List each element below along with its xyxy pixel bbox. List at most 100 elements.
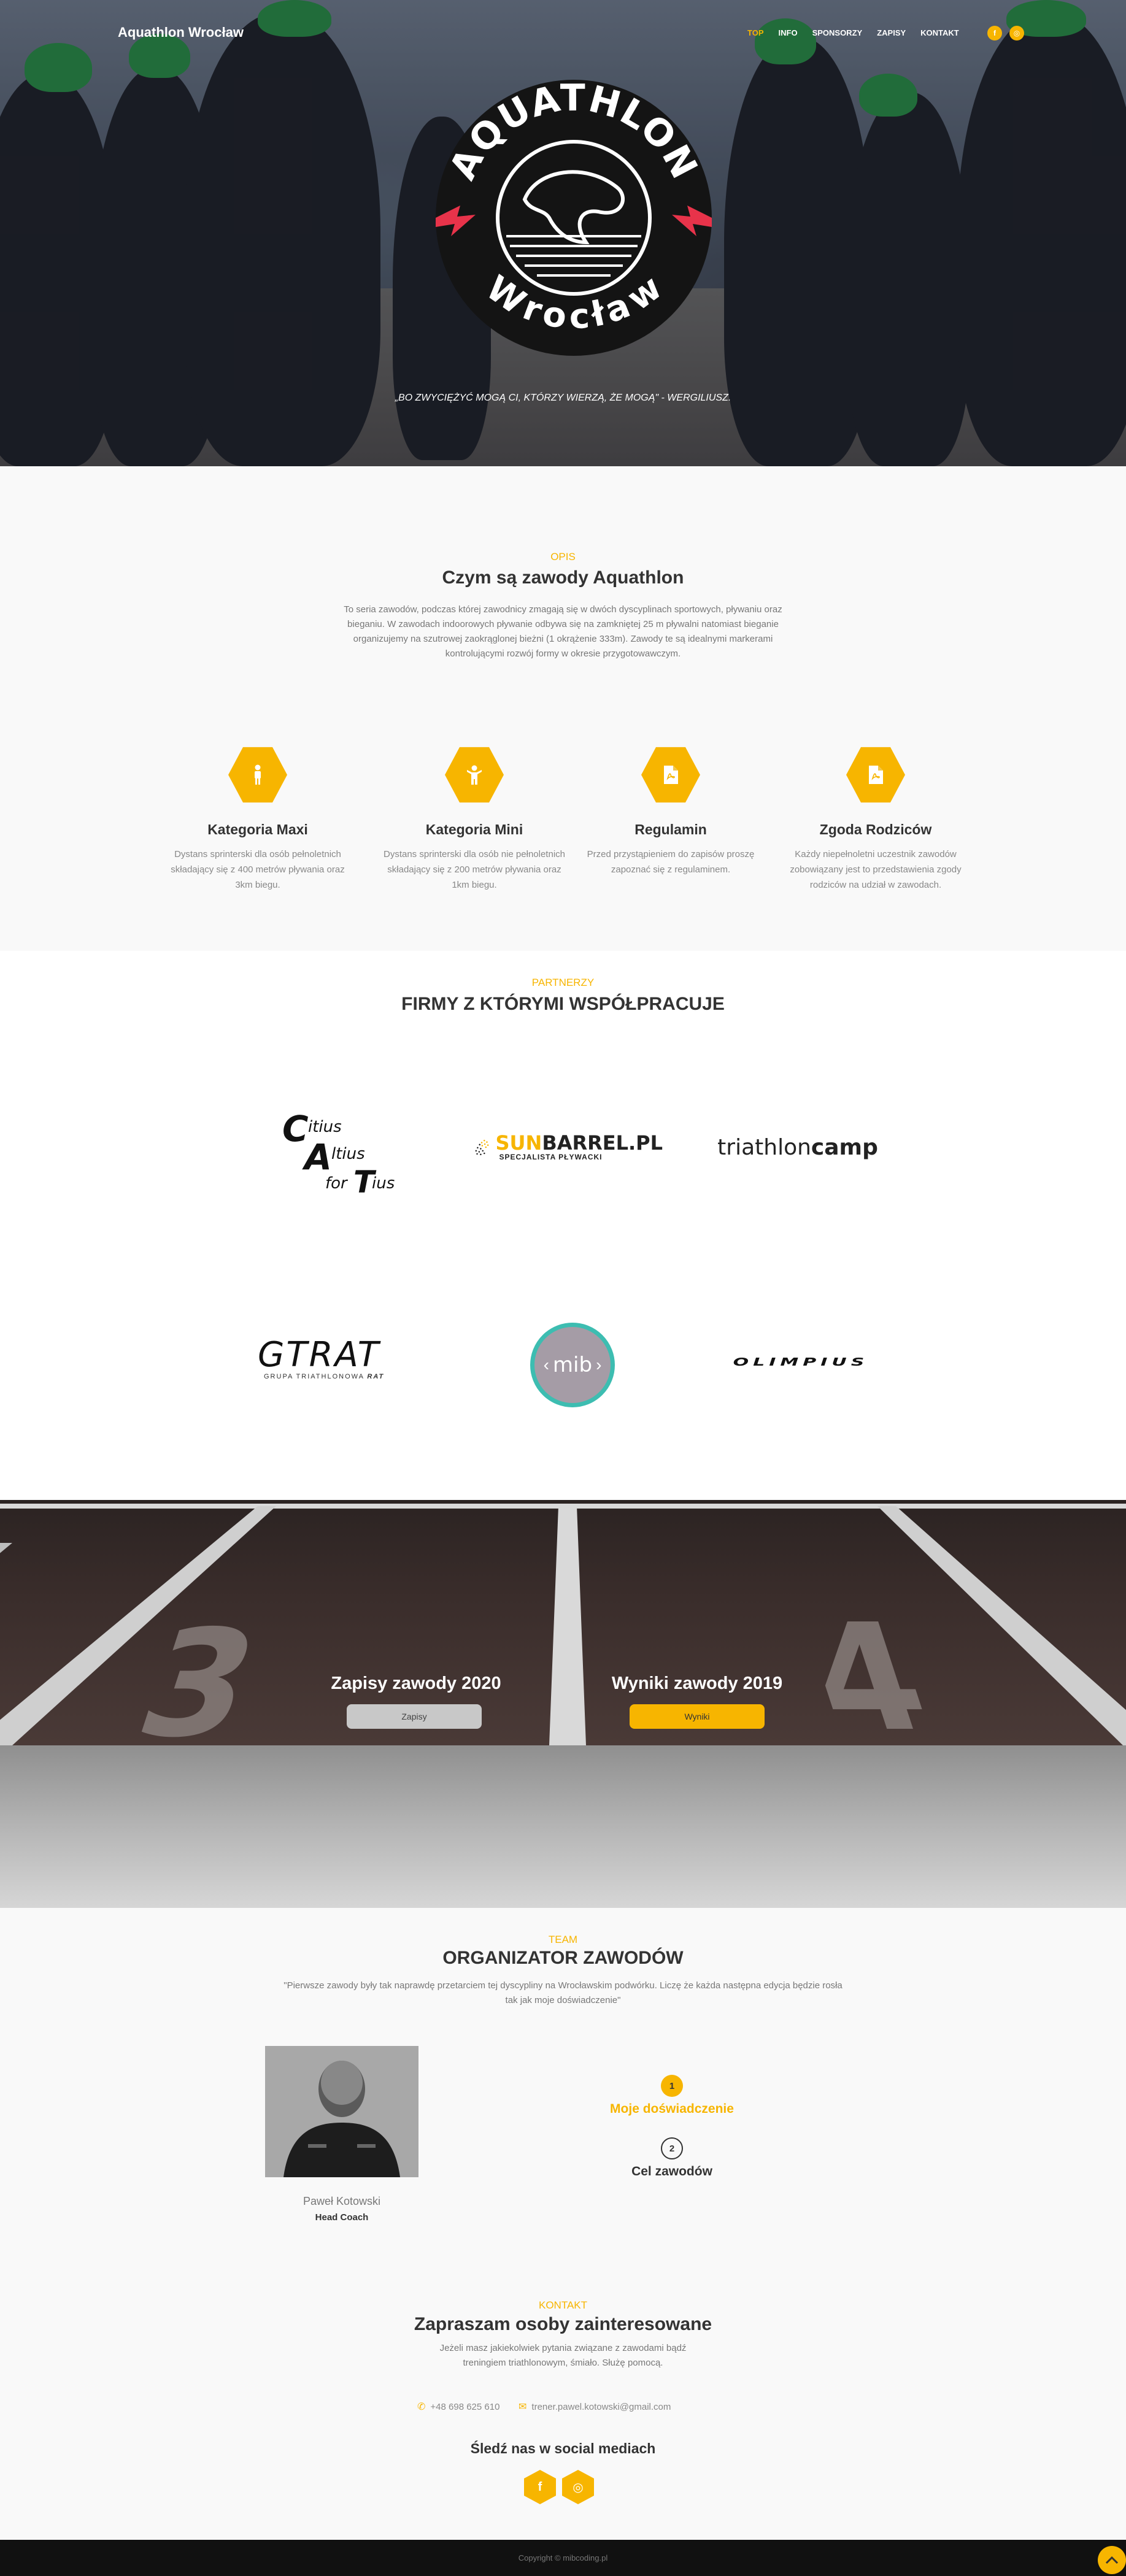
about-eyebrow: OPIS — [550, 551, 576, 563]
feature-hexagon — [445, 747, 504, 803]
chevron-right-icon: › — [596, 1355, 602, 1374]
sunbarrel-barrel: BARREL.PL — [542, 1131, 663, 1155]
hero-section: AQUATHLON Wrocław „BO ZWYCIĘŻYĆ MOGĄ CI,… — [0, 0, 1126, 466]
logo-cat-word: ius — [372, 1174, 395, 1193]
team-quote: "Pierwsze zawody były tak naprawdę przet… — [283, 1980, 843, 2005]
contact-email[interactable]: ✉ trener.pawel.kotowski@gmail.com — [519, 2401, 671, 2413]
hero-quote: „BO ZWYCIĘŻYĆ MOGĄ CI, KTÓRZY WIERZĄ, ŻE… — [395, 393, 731, 403]
step-goal[interactable]: 2 Cel zawodów — [565, 2137, 779, 2179]
nav-link-top[interactable]: TOP — [747, 28, 764, 37]
person-icon — [255, 764, 261, 785]
step-label: Moje doświadczenie — [610, 2102, 734, 2116]
partners-section: PARTNERZY FIRMY Z KTÓRYMI WSPÓŁPRACUJE C… — [0, 951, 1126, 1500]
pdf-file-icon — [869, 766, 883, 784]
feature-kategoria-mini: Kategoria Mini Dystans sprinterski dla o… — [379, 745, 569, 893]
contact-eyebrow: KONTAKT — [538, 2299, 588, 2311]
logo-cat-letter-a: A — [304, 1136, 332, 1178]
about-section: OPIS Czym są zawody Aquathlon To seria z… — [0, 466, 1126, 951]
signup-results-section: 3 4 Zapisy zawody 2020 Zapisy Wyniki zaw… — [0, 1500, 1126, 1745]
logo-sunbarrel[interactable]: SUNBARREL.PL SPECJALISTA PŁYWACKI — [472, 1113, 663, 1181]
sunbarrel-sun: SUN — [495, 1131, 542, 1155]
nav-link-info[interactable]: INFO — [779, 28, 798, 37]
partners-eyebrow: PARTNERZY — [531, 977, 595, 988]
instagram-icon[interactable]: ◎ — [1009, 26, 1024, 40]
facebook-icon[interactable]: f — [987, 26, 1002, 40]
nav-link-zapisy[interactable]: ZAPISY — [877, 28, 906, 37]
step-number: 1 — [661, 2075, 683, 2097]
team-section: TEAM ORGANIZATOR ZAWODÓW "Pierwsze zawod… — [0, 1908, 1126, 2276]
phone-icon: ✆ — [417, 2402, 426, 2412]
child-icon — [467, 765, 482, 785]
nav-link-kontakt[interactable]: KONTAKT — [920, 28, 959, 37]
envelope-icon: ✉ — [519, 2402, 527, 2412]
coach-role: Head Coach — [315, 2212, 369, 2223]
facebook-icon[interactable]: f — [524, 2470, 556, 2504]
contact-title: Zapraszam osoby zainteresowane — [414, 2314, 712, 2334]
copyright-text: Copyright © mibcoding.pl — [518, 2553, 608, 2563]
logo-cat-word: for — [325, 1174, 347, 1193]
feature-title: Kategoria Mini — [425, 821, 523, 837]
social-title: Śledź nas w social mediach — [470, 2440, 656, 2456]
phone-number: +48 698 625 610 — [430, 2401, 500, 2412]
logo-mib[interactable]: ‹ mib › — [530, 1323, 615, 1407]
aquathlon-logo: AQUATHLON Wrocław — [414, 58, 733, 377]
partners-title: FIRMY Z KTÓRYMI WSPÓŁPRACUJE — [401, 994, 725, 1014]
logo-citius-altius-fortius[interactable]: C itius A ltius for T ius — [270, 1101, 423, 1205]
logo-triathloncamp[interactable]: triathlon camp — [715, 1129, 881, 1166]
top-navigation: Aquathlon Wrocław TOP INFO SPONSORZY ZAP… — [0, 0, 1126, 67]
logo-olimpius[interactable]: OLIMPIUS — [718, 1347, 884, 1377]
feature-kategoria-maxi: Kategoria Maxi Dystans sprinterski dla o… — [163, 745, 353, 893]
feature-text: Dystans sprinterski dla osób pełnoletnic… — [171, 849, 345, 890]
results-button[interactable]: Wyniki — [630, 1704, 765, 1729]
olimpius-name: OLIMPIUS — [733, 1355, 869, 1369]
feature-text: Przed przystąpieniem do zapisów proszę z… — [587, 849, 755, 875]
contact-text: Jeżeli masz jakiekolwiek pytania związan… — [439, 2343, 687, 2368]
feature-regulamin[interactable]: Regulamin Przed przystąpieniem do zapisó… — [576, 745, 766, 877]
team-eyebrow: TEAM — [548, 1934, 578, 1945]
feature-zgoda-rodzicow[interactable]: Zgoda Rodziców Każdy niepełnoletni uczes… — [781, 745, 971, 893]
team-title: ORGANIZATOR ZAWODÓW — [442, 1948, 684, 1968]
track-fade-background — [0, 1745, 1126, 1908]
signup-button[interactable]: Zapisy — [347, 1704, 482, 1729]
instagram-icon[interactable]: ◎ — [562, 2470, 594, 2504]
feature-text: Każdy niepełnoletni uczestnik zawodów zo… — [790, 849, 962, 890]
chevron-left-icon: ‹ — [543, 1355, 549, 1374]
feature-hexagon — [228, 747, 287, 803]
logo-cat-word: itius — [308, 1118, 342, 1136]
gtrat-tagline-rat: RAT — [367, 1373, 385, 1380]
logo-cat-word: ltius — [331, 1145, 365, 1163]
coach-name: Paweł Kotowski — [303, 2195, 381, 2207]
step-number: 2 — [661, 2137, 683, 2159]
signup-title: Zapisy zawody 2020 — [331, 1674, 501, 1693]
feature-hexagon — [641, 747, 700, 803]
mib-name: mib — [552, 1353, 593, 1377]
feature-title: Regulamin — [634, 821, 707, 837]
feature-hexagon — [846, 747, 905, 803]
feature-title: Kategoria Maxi — [207, 821, 308, 837]
contact-section: KONTAKT Zapraszam osoby zainteresowane J… — [0, 2276, 1126, 2540]
back-to-top-button[interactable] — [1098, 2546, 1126, 2574]
footer: Copyright © mibcoding.pl — [0, 2540, 1126, 2576]
about-title: Czym są zawody Aquathlon — [442, 567, 684, 588]
brand-name[interactable]: Aquathlon Wrocław — [118, 25, 244, 40]
logo-cat-letter-t: T — [353, 1164, 375, 1200]
results-title: Wyniki zawody 2019 — [611, 1674, 783, 1693]
triathloncamp-part2: camp — [811, 1134, 878, 1160]
sunbarrel-dots-icon — [475, 1139, 489, 1155]
email-address: trener.pawel.kotowski@gmail.com — [531, 2401, 671, 2412]
coach-photo — [265, 2046, 418, 2177]
feature-title: Zgoda Rodziców — [819, 821, 932, 837]
feature-text: Dystans sprinterski dla osób nie pełnole… — [384, 849, 565, 890]
step-experience[interactable]: 1 Moje doświadczenie — [565, 2075, 779, 2117]
gtrat-tagline: GRUPA TRIATHLONOWA — [264, 1373, 364, 1380]
logo-gtrat[interactable]: GTRAT GRUPA TRIATHLONOWA RAT — [258, 1331, 430, 1386]
nav-menu: TOP INFO SPONSORZY ZAPISY KONTAKT — [747, 28, 959, 37]
about-text: To seria zawodów, podczas której zawodni… — [344, 604, 782, 659]
chevron-up-icon — [1105, 2556, 1119, 2564]
contact-phone[interactable]: ✆ +48 698 625 610 — [417, 2401, 499, 2413]
gtrat-name: GTRAT — [258, 1335, 380, 1375]
nav-link-sponsorzy[interactable]: SPONSORZY — [812, 28, 863, 37]
pdf-file-icon — [664, 766, 678, 784]
triathloncamp-part1: triathlon — [717, 1134, 811, 1160]
step-label: Cel zawodów — [631, 2164, 712, 2178]
